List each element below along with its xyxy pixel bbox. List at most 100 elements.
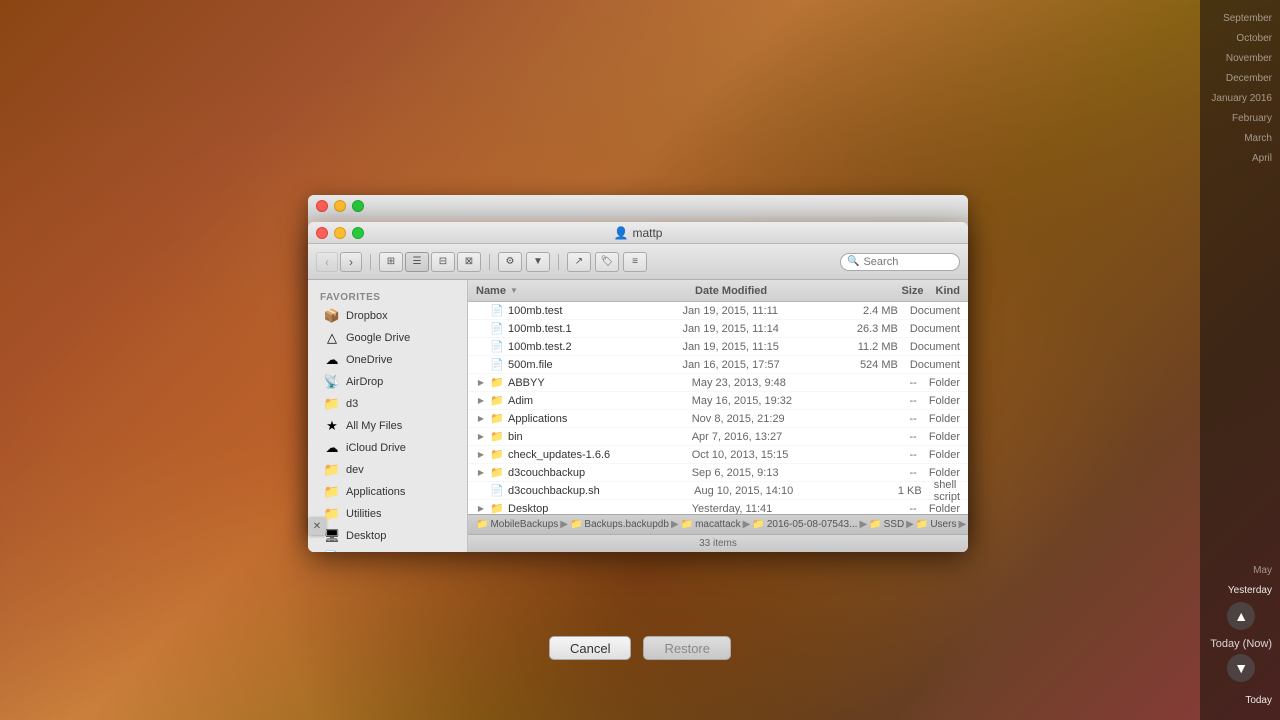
folder-icon: 📁 <box>490 376 504 390</box>
sidebar-item-dropbox[interactable]: 📦 Dropbox <box>312 305 463 327</box>
table-row[interactable]: 📄 100mb.test Jan 19, 2015, 11:11 2.4 MB … <box>468 302 968 320</box>
sidebar-item-onedrive[interactable]: ☁ OneDrive <box>312 349 463 371</box>
sidebar-item-google-drive[interactable]: △ Google Drive <box>312 327 463 349</box>
minimize-button[interactable] <box>334 227 346 239</box>
search-box[interactable]: 🔍 <box>840 253 960 271</box>
breadcrumb-item[interactable]: 📁MobileBackups <box>476 519 558 530</box>
sidebar-item-all-my-files[interactable]: ★ All My Files <box>312 415 463 437</box>
sidebar-label-airdrop: AirDrop <box>346 376 383 388</box>
col-header-name[interactable]: Name ▼ <box>476 285 695 297</box>
sidebar-label-google-drive: Google Drive <box>346 332 410 344</box>
table-row[interactable]: 📄 d3couchbackup.sh Aug 10, 2015, 14:10 1… <box>468 482 968 500</box>
tag-button[interactable]: 🏷 <box>595 252 619 272</box>
timeline-march[interactable]: March <box>1244 130 1272 148</box>
breadcrumb-separator: ▶ <box>906 519 914 530</box>
timeline-september[interactable]: September <box>1223 10 1272 28</box>
window-close-x[interactable]: ✕ <box>308 517 326 535</box>
sidebar-item-dev[interactable]: 📁 dev <box>312 459 463 481</box>
column-view-button[interactable]: ⊟ <box>431 252 455 272</box>
sidebar-item-icloud-drive[interactable]: ☁ iCloud Drive <box>312 437 463 459</box>
share-button[interactable]: ↗ <box>567 252 591 272</box>
onedrive-icon: ☁ <box>324 352 340 368</box>
action-button[interactable]: ▼ <box>526 252 550 272</box>
table-row[interactable]: ▶ 📁 check_updates-1.6.6 Oct 10, 2013, 15… <box>468 446 968 464</box>
sidebar-label-icloud-drive: iCloud Drive <box>346 442 406 454</box>
cancel-button[interactable]: Cancel <box>549 636 631 660</box>
breadcrumb-item[interactable]: 📁Backups.backupdb <box>570 519 669 530</box>
toolbar-separator-1 <box>370 254 371 270</box>
timeline-november[interactable]: November <box>1226 50 1272 68</box>
sidebar-item-d3[interactable]: 📁 d3 <box>312 393 463 415</box>
timeline-up-button[interactable]: ▲ <box>1227 602 1255 630</box>
more-button[interactable]: ≡ <box>623 252 647 272</box>
table-row[interactable]: ▶ 📁 ABBYY May 23, 2013, 9:48 -- Folder <box>468 374 968 392</box>
file-kind: Folder <box>917 413 960 425</box>
view-buttons: ⊞ ☰ ⊟ ⊠ <box>379 252 481 272</box>
file-size: -- <box>842 503 917 515</box>
file-kind: Folder <box>917 449 960 461</box>
airdrop-icon: 📡 <box>324 374 340 390</box>
back-button[interactable]: ‹ <box>316 252 338 272</box>
file-list-container: Name ▼ Date Modified Size Kind 📄 100mb.t… <box>468 280 968 552</box>
file-kind: Folder <box>917 395 960 407</box>
arrange-button[interactable]: ⚙ <box>498 252 522 272</box>
breadcrumb-item[interactable]: 📁Users <box>916 519 957 530</box>
expand-arrow[interactable]: ▶ <box>476 450 486 460</box>
restore-button[interactable]: Restore <box>643 636 731 660</box>
icon-view-button[interactable]: ⊞ <box>379 252 403 272</box>
breadcrumb-label: SSD <box>884 519 905 530</box>
table-row[interactable]: 📄 100mb.test.2 Jan 19, 2015, 11:15 11.2 … <box>468 338 968 356</box>
sidebar-item-desktop[interactable]: 🖥 Desktop <box>312 525 463 547</box>
col-header-date[interactable]: Date Modified <box>695 285 847 297</box>
breadcrumb-label: MobileBackups <box>490 519 558 530</box>
sidebar-label-dropbox: Dropbox <box>346 310 388 322</box>
sidebar-item-utilities[interactable]: 📁 Utilities <box>312 503 463 525</box>
table-row[interactable]: ▶ 📁 d3couchbackup Sep 6, 2015, 9:13 -- F… <box>468 464 968 482</box>
timeline-october[interactable]: October <box>1236 30 1272 48</box>
table-row[interactable]: ▶ 📁 Adim May 16, 2015, 19:32 -- Folder <box>468 392 968 410</box>
window-title: 👤 mattp <box>614 226 663 240</box>
timeline-down-button[interactable]: ▼ <box>1227 654 1255 682</box>
timeline-jan2016[interactable]: January 2016 <box>1211 90 1272 108</box>
table-row[interactable]: 📄 100mb.test.1 Jan 19, 2015, 11:14 26.3 … <box>468 320 968 338</box>
timeline-april[interactable]: April <box>1252 150 1272 168</box>
timeline-today-bottom[interactable]: Today <box>1245 692 1272 710</box>
expand-arrow[interactable]: ▶ <box>476 396 486 406</box>
sidebar-item-airdrop[interactable]: 📡 AirDrop <box>312 371 463 393</box>
forward-button[interactable]: › <box>340 252 362 272</box>
folder-icon: 📁 <box>490 502 504 515</box>
breadcrumb-item[interactable]: 📁macattack <box>681 519 741 530</box>
expand-arrow[interactable]: ▶ <box>476 432 486 442</box>
expand-arrow[interactable]: ▶ <box>476 468 486 478</box>
sidebar-item-applications[interactable]: 📁 Applications <box>312 481 463 503</box>
breadcrumb-label: Backups.backupdb <box>584 519 669 530</box>
breadcrumb-folder-icon: 📁 <box>570 519 582 530</box>
coverflow-view-button[interactable]: ⊠ <box>457 252 481 272</box>
breadcrumb-item[interactable]: 📁2016-05-08-07543... <box>752 519 857 530</box>
timeline-may[interactable]: May <box>1253 562 1272 580</box>
folder-icon: 📁 <box>490 448 504 462</box>
close-button[interactable] <box>316 227 328 239</box>
breadcrumb-folder-icon: 📁 <box>916 519 928 530</box>
maximize-button[interactable] <box>352 227 364 239</box>
table-row[interactable]: ▶ 📁 Applications Nov 8, 2015, 21:29 -- F… <box>468 410 968 428</box>
col-header-kind[interactable]: Kind <box>924 285 960 297</box>
sidebar-item-documents[interactable]: 📄 Documents <box>312 547 463 552</box>
col-header-size[interactable]: Size <box>847 285 923 297</box>
titlebar: 👤 mattp <box>308 222 968 244</box>
file-name: 100mb.test.2 <box>508 341 572 353</box>
timeline-december[interactable]: December <box>1226 70 1272 88</box>
timeline-february[interactable]: February <box>1232 110 1272 128</box>
list-view-button[interactable]: ☰ <box>405 252 429 272</box>
toolbar-separator-2 <box>489 254 490 270</box>
timeline-yesterday[interactable]: Yesterday <box>1228 582 1272 600</box>
expand-arrow[interactable]: ▶ <box>476 504 486 514</box>
table-row[interactable]: ▶ 📁 Desktop Yesterday, 11:41 -- Folder <box>468 500 968 514</box>
table-row[interactable]: 📄 500m.file Jan 16, 2015, 17:57 524 MB D… <box>468 356 968 374</box>
file-date: Jan 16, 2015, 17:57 <box>682 359 826 371</box>
breadcrumb-item[interactable]: 📁SSD <box>869 519 904 530</box>
search-input[interactable] <box>863 256 953 268</box>
table-row[interactable]: ▶ 📁 bin Apr 7, 2016, 13:27 -- Folder <box>468 428 968 446</box>
expand-arrow[interactable]: ▶ <box>476 378 486 388</box>
expand-arrow[interactable]: ▶ <box>476 414 486 424</box>
